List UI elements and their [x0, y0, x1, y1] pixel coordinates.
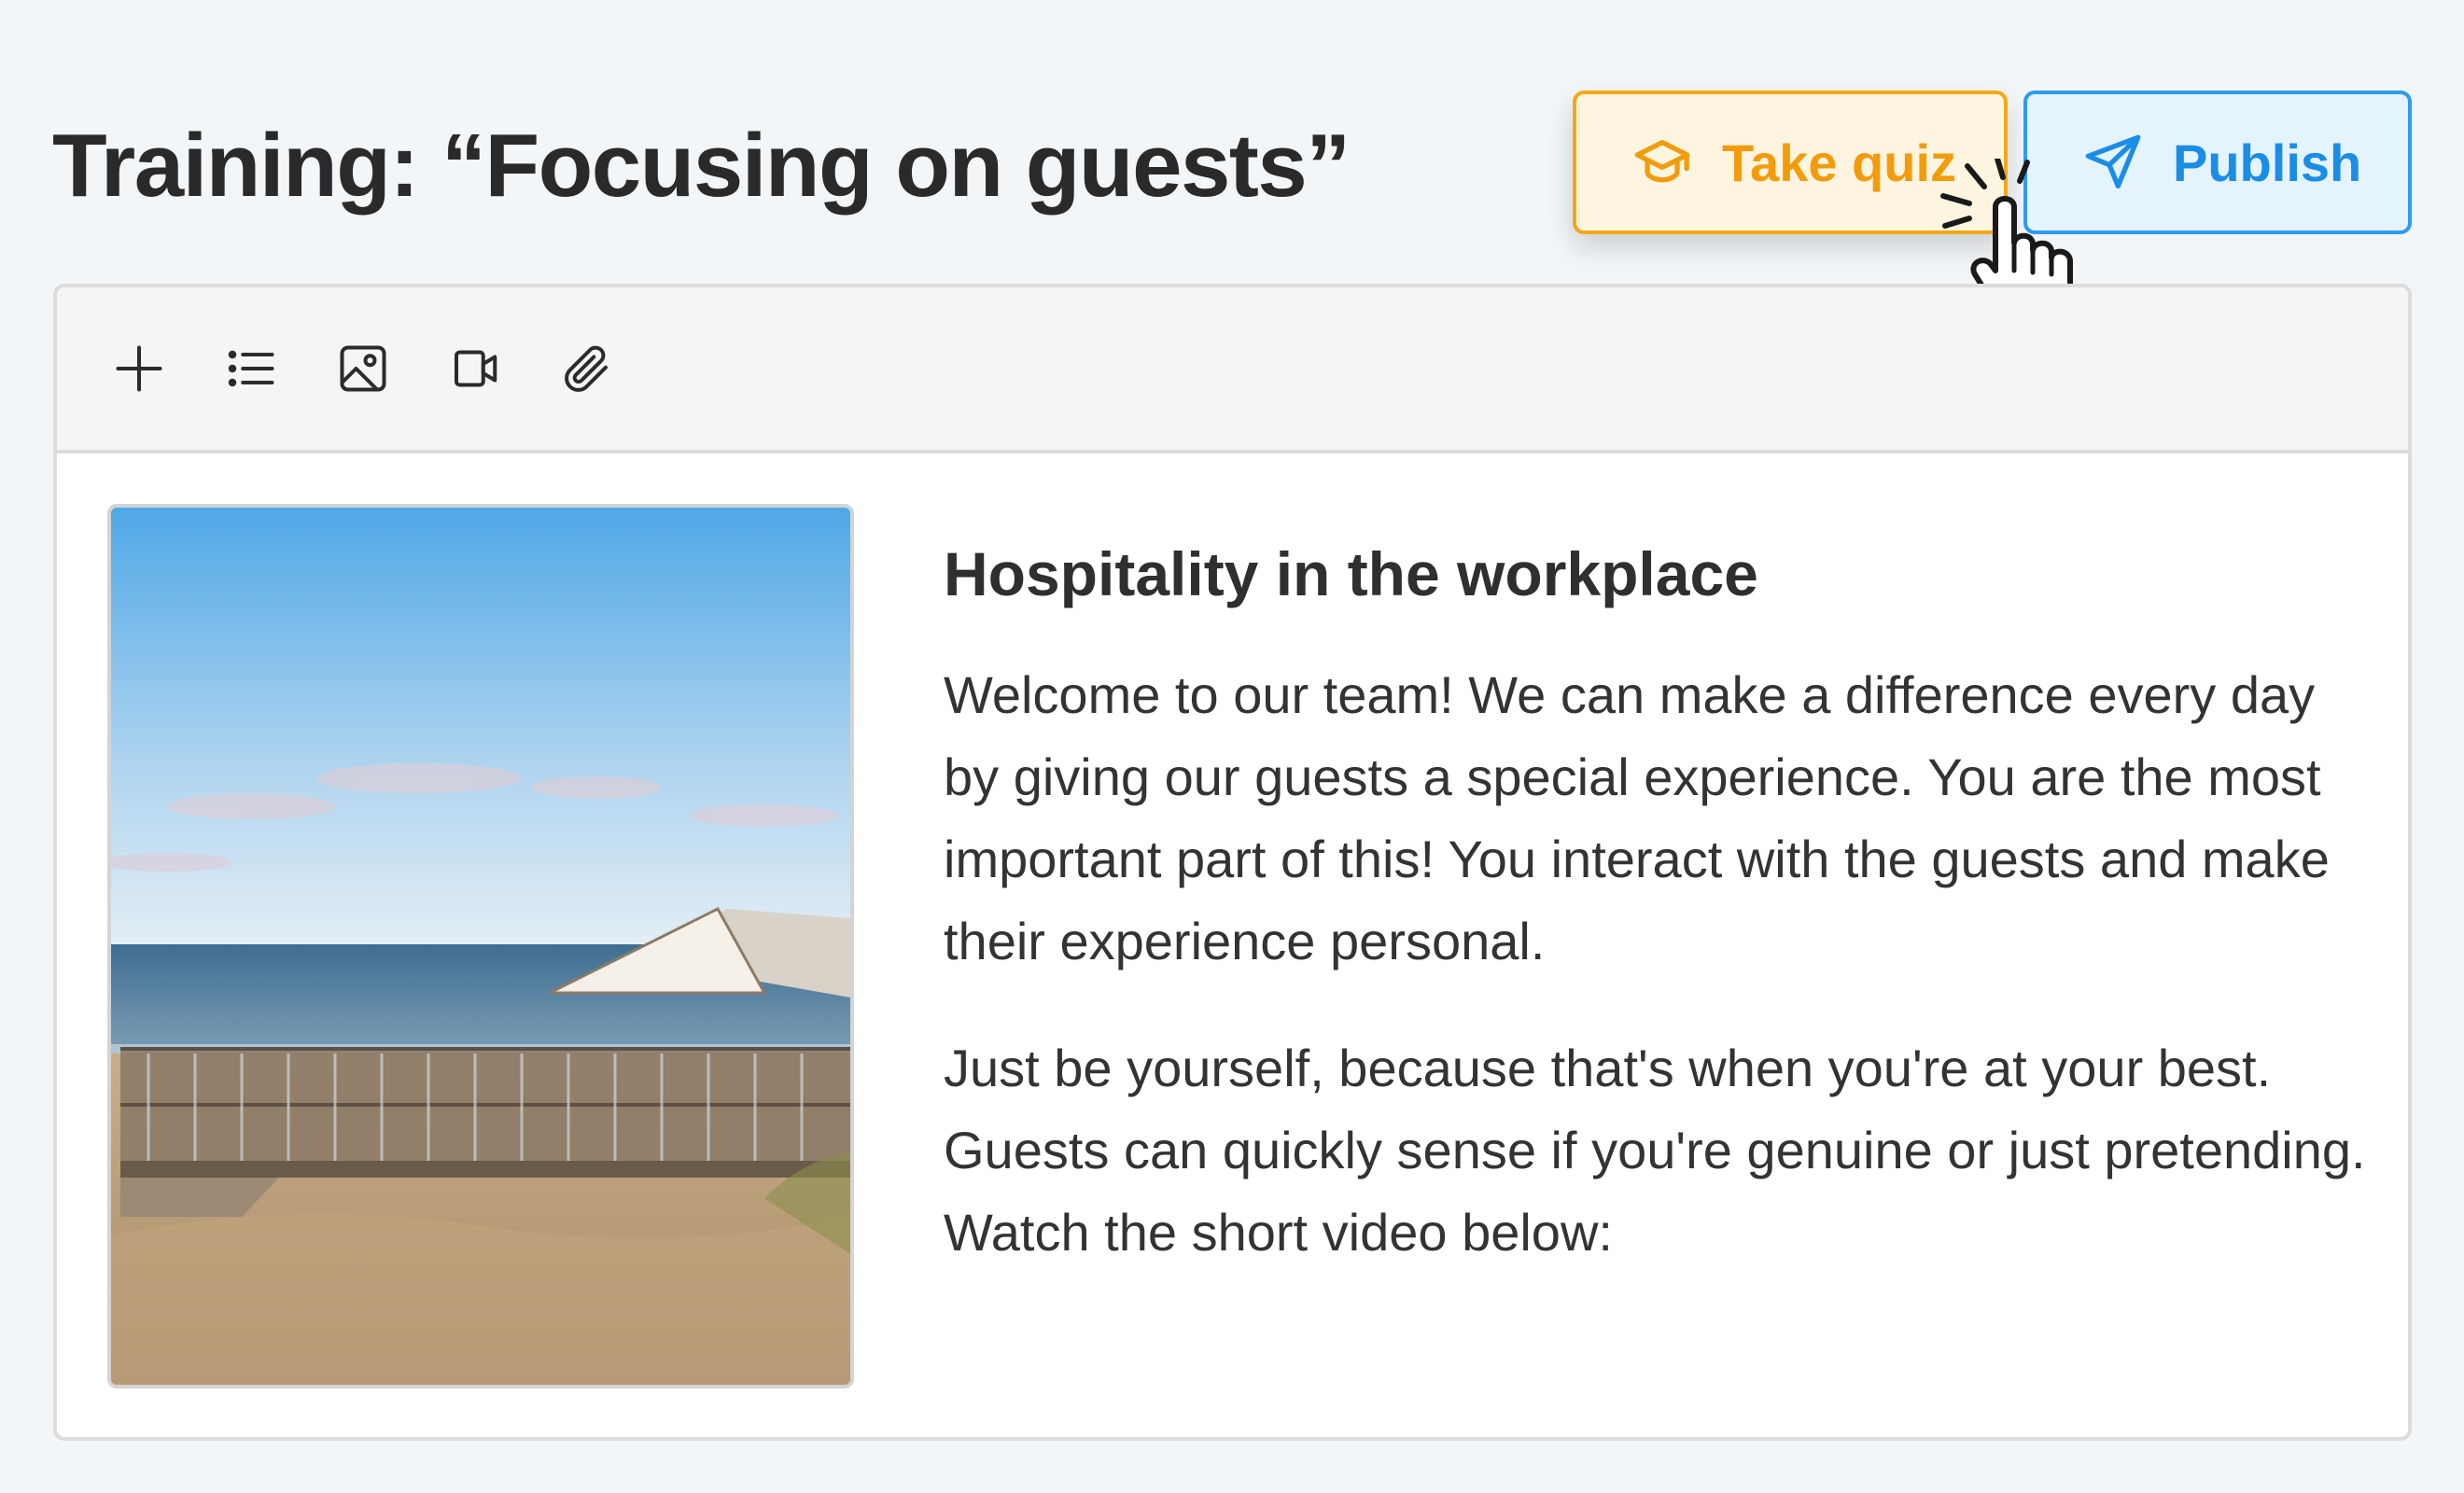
article-heading: Hospitality in the workplace: [944, 539, 1758, 608]
article-paragraph-2: Just be yourself, because that's when yo…: [944, 1039, 2366, 1262]
content-editor: Hospitality in the workplace Welcome to …: [53, 284, 2412, 1441]
article-image[interactable]: [107, 504, 854, 1388]
plus-icon[interactable]: [109, 339, 169, 398]
paperclip-icon[interactable]: [557, 339, 617, 398]
list-icon[interactable]: [221, 339, 281, 398]
article-paragraph-1: Welcome to our team! We can make a diffe…: [944, 665, 2330, 970]
image-icon[interactable]: [333, 339, 393, 398]
editor-toolbar: [57, 287, 2408, 453]
page-title: Training: “Focusing on guests”: [52, 116, 1351, 216]
video-icon[interactable]: [445, 339, 505, 398]
graduation-cap-icon: [1632, 133, 1692, 192]
take-quiz-label: Take quiz: [1722, 133, 1957, 192]
publish-label: Publish: [2173, 133, 2362, 192]
article-content: Hospitality in the workplace Welcome to …: [944, 516, 2381, 1274]
paper-plane-icon: [2083, 133, 2143, 192]
